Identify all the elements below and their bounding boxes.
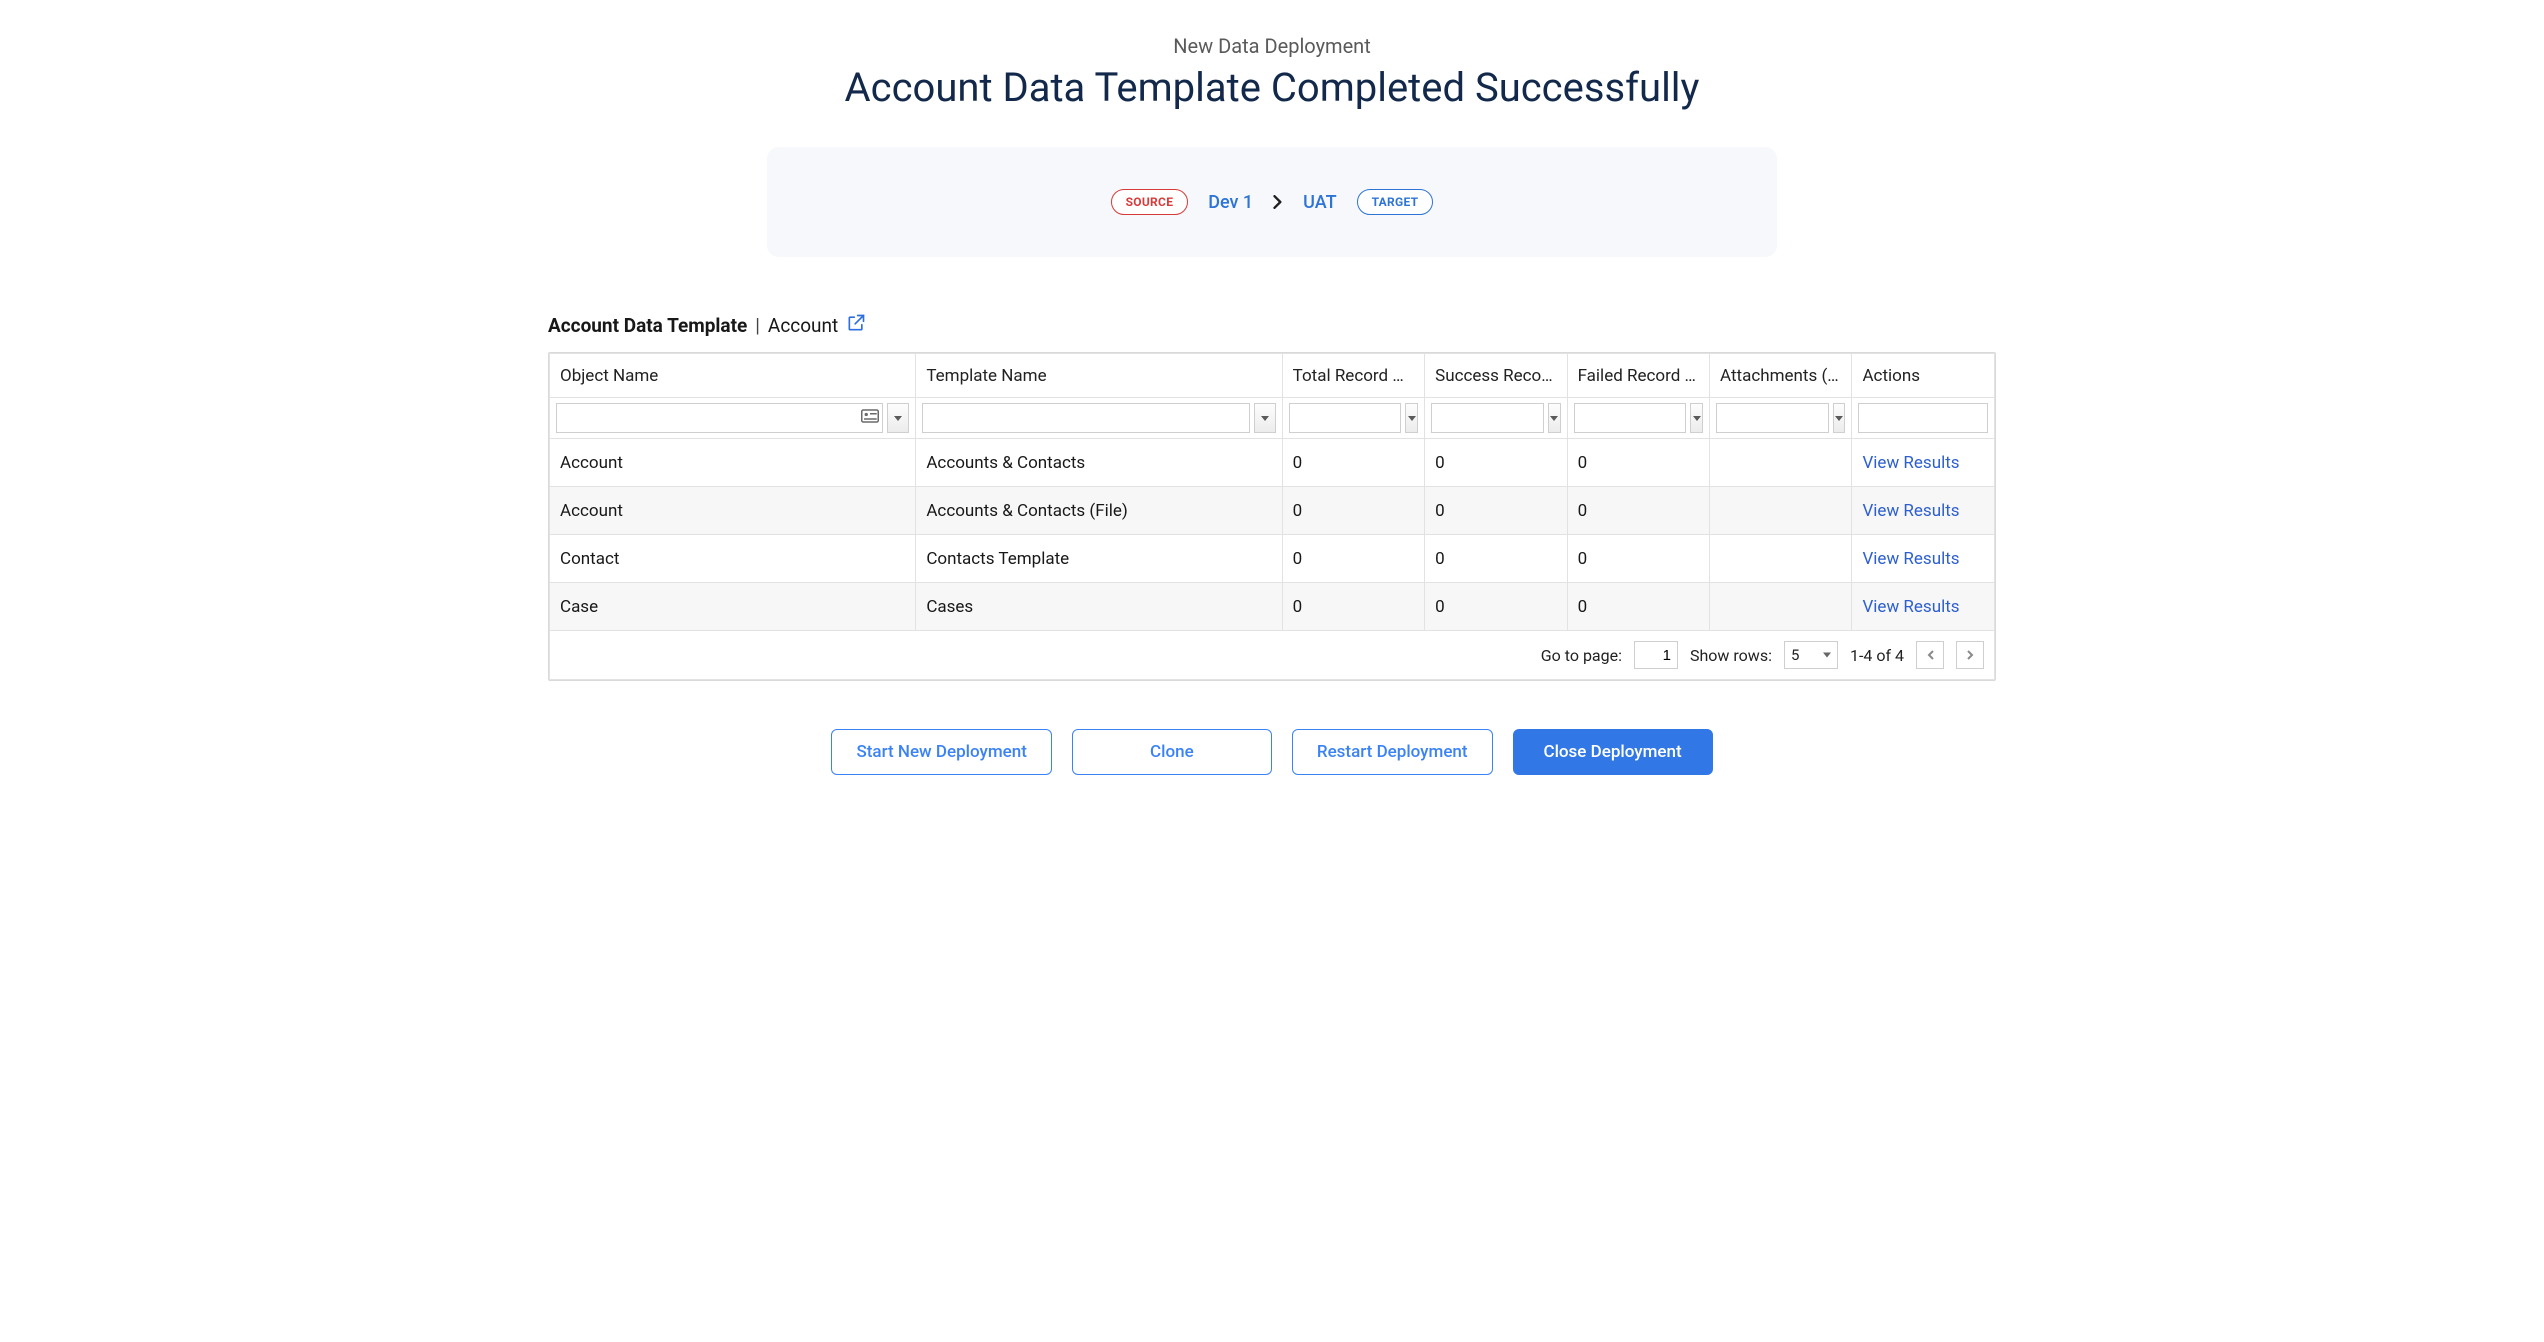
- page-title: Account Data Template Completed Successf…: [548, 64, 1996, 111]
- source-pill: SOURCE: [1111, 189, 1189, 215]
- filter-total-dropdown[interactable]: [1405, 403, 1418, 433]
- cell-action-link[interactable]: View Results: [1862, 597, 1959, 617]
- footer-actions: Start New Deployment Clone Restart Deplo…: [548, 729, 1996, 775]
- cell-total: 0: [1282, 487, 1424, 535]
- clone-button[interactable]: Clone: [1072, 729, 1272, 775]
- table-row: AccountAccounts & Contacts000View Result…: [550, 439, 1995, 487]
- cell-object-name: Account: [550, 439, 916, 487]
- filter-template-name-input[interactable]: [922, 403, 1249, 433]
- col-total-records[interactable]: Total Record C…: [1282, 354, 1424, 398]
- start-new-deployment-button[interactable]: Start New Deployment: [831, 729, 1051, 775]
- col-attachments[interactable]: Attachments (…: [1710, 354, 1852, 398]
- filter-total-input[interactable]: [1289, 403, 1402, 433]
- environment-card: SOURCE Dev 1 UAT TARGET: [767, 147, 1777, 257]
- cell-object-name: Case: [550, 583, 916, 631]
- cell-object-name: Contact: [550, 535, 916, 583]
- cell-template-name: Contacts Template: [916, 535, 1282, 583]
- breadcrumb-separator: |: [755, 314, 760, 337]
- filter-actions-input[interactable]: [1858, 403, 1988, 433]
- pager-range: 1-4 of 4: [1850, 646, 1904, 665]
- cell-action[interactable]: View Results: [1852, 487, 1995, 535]
- cell-failed: 0: [1567, 487, 1709, 535]
- cell-attachments: [1710, 583, 1852, 631]
- source-env-name[interactable]: Dev 1: [1208, 192, 1253, 213]
- filter-attachments-input[interactable]: [1716, 403, 1829, 433]
- cell-action-link[interactable]: View Results: [1862, 549, 1959, 569]
- filter-failed-dropdown[interactable]: [1690, 403, 1703, 433]
- cell-action-link[interactable]: View Results: [1862, 453, 1959, 473]
- pager-rows-label: Show rows:: [1690, 646, 1772, 665]
- table-pager: Go to page: Show rows: 5 1-4 of 4: [549, 631, 1995, 680]
- cell-total: 0: [1282, 439, 1424, 487]
- pager-go-input[interactable]: [1634, 641, 1678, 669]
- cell-failed: 0: [1567, 583, 1709, 631]
- restart-deployment-button[interactable]: Restart Deployment: [1292, 729, 1493, 775]
- filter-failed-input[interactable]: [1574, 403, 1687, 433]
- cell-success: 0: [1425, 535, 1567, 583]
- filter-template-name-dropdown[interactable]: [1254, 403, 1276, 433]
- table-row: CaseCases000View Results: [550, 583, 1995, 631]
- filter-object-name-dropdown[interactable]: [887, 403, 909, 433]
- col-failed-records[interactable]: Failed Record C…: [1567, 354, 1709, 398]
- external-link-icon[interactable]: [846, 313, 866, 338]
- pager-prev-button[interactable]: [1916, 641, 1944, 669]
- pager-next-button[interactable]: [1956, 641, 1984, 669]
- col-success-records[interactable]: Success Record…: [1425, 354, 1567, 398]
- filter-object-name-input[interactable]: [556, 403, 883, 433]
- cell-success: 0: [1425, 439, 1567, 487]
- cell-template-name: Accounts & Contacts: [916, 439, 1282, 487]
- cell-object-name: Account: [550, 487, 916, 535]
- pager-go-label: Go to page:: [1541, 646, 1622, 665]
- close-deployment-button[interactable]: Close Deployment: [1513, 729, 1713, 775]
- cell-attachments: [1710, 535, 1852, 583]
- col-object-name[interactable]: Object Name: [550, 354, 916, 398]
- cell-action[interactable]: View Results: [1852, 439, 1995, 487]
- filter-attachments-dropdown[interactable]: [1833, 403, 1846, 433]
- cell-failed: 0: [1567, 535, 1709, 583]
- cell-total: 0: [1282, 583, 1424, 631]
- cell-action[interactable]: View Results: [1852, 583, 1995, 631]
- table-row: AccountAccounts & Contacts (File)000View…: [550, 487, 1995, 535]
- pager-rows-select[interactable]: 5: [1784, 641, 1838, 669]
- col-template-name[interactable]: Template Name: [916, 354, 1282, 398]
- col-actions[interactable]: Actions: [1852, 354, 1995, 398]
- chevron-right-icon: [1273, 195, 1283, 209]
- target-pill: TARGET: [1357, 189, 1434, 215]
- cell-attachments: [1710, 439, 1852, 487]
- target-env-name[interactable]: UAT: [1303, 192, 1336, 213]
- cell-template-name: Accounts & Contacts (File): [916, 487, 1282, 535]
- cell-template-name: Cases: [916, 583, 1282, 631]
- page-subtitle: New Data Deployment: [548, 34, 1996, 58]
- table-row: ContactContacts Template000View Results: [550, 535, 1995, 583]
- template-name-label: Account Data Template: [548, 314, 747, 337]
- template-breadcrumb: Account Data Template | Account: [548, 313, 1996, 338]
- template-object-label: Account: [768, 314, 838, 337]
- cell-attachments: [1710, 487, 1852, 535]
- cell-action-link[interactable]: View Results: [1862, 501, 1959, 521]
- filter-success-dropdown[interactable]: [1548, 403, 1561, 433]
- results-table: Object Name Template Name Total Record C…: [548, 352, 1996, 681]
- filter-success-input[interactable]: [1431, 403, 1544, 433]
- cell-failed: 0: [1567, 439, 1709, 487]
- cell-action[interactable]: View Results: [1852, 535, 1995, 583]
- cell-total: 0: [1282, 535, 1424, 583]
- cell-success: 0: [1425, 583, 1567, 631]
- cell-success: 0: [1425, 487, 1567, 535]
